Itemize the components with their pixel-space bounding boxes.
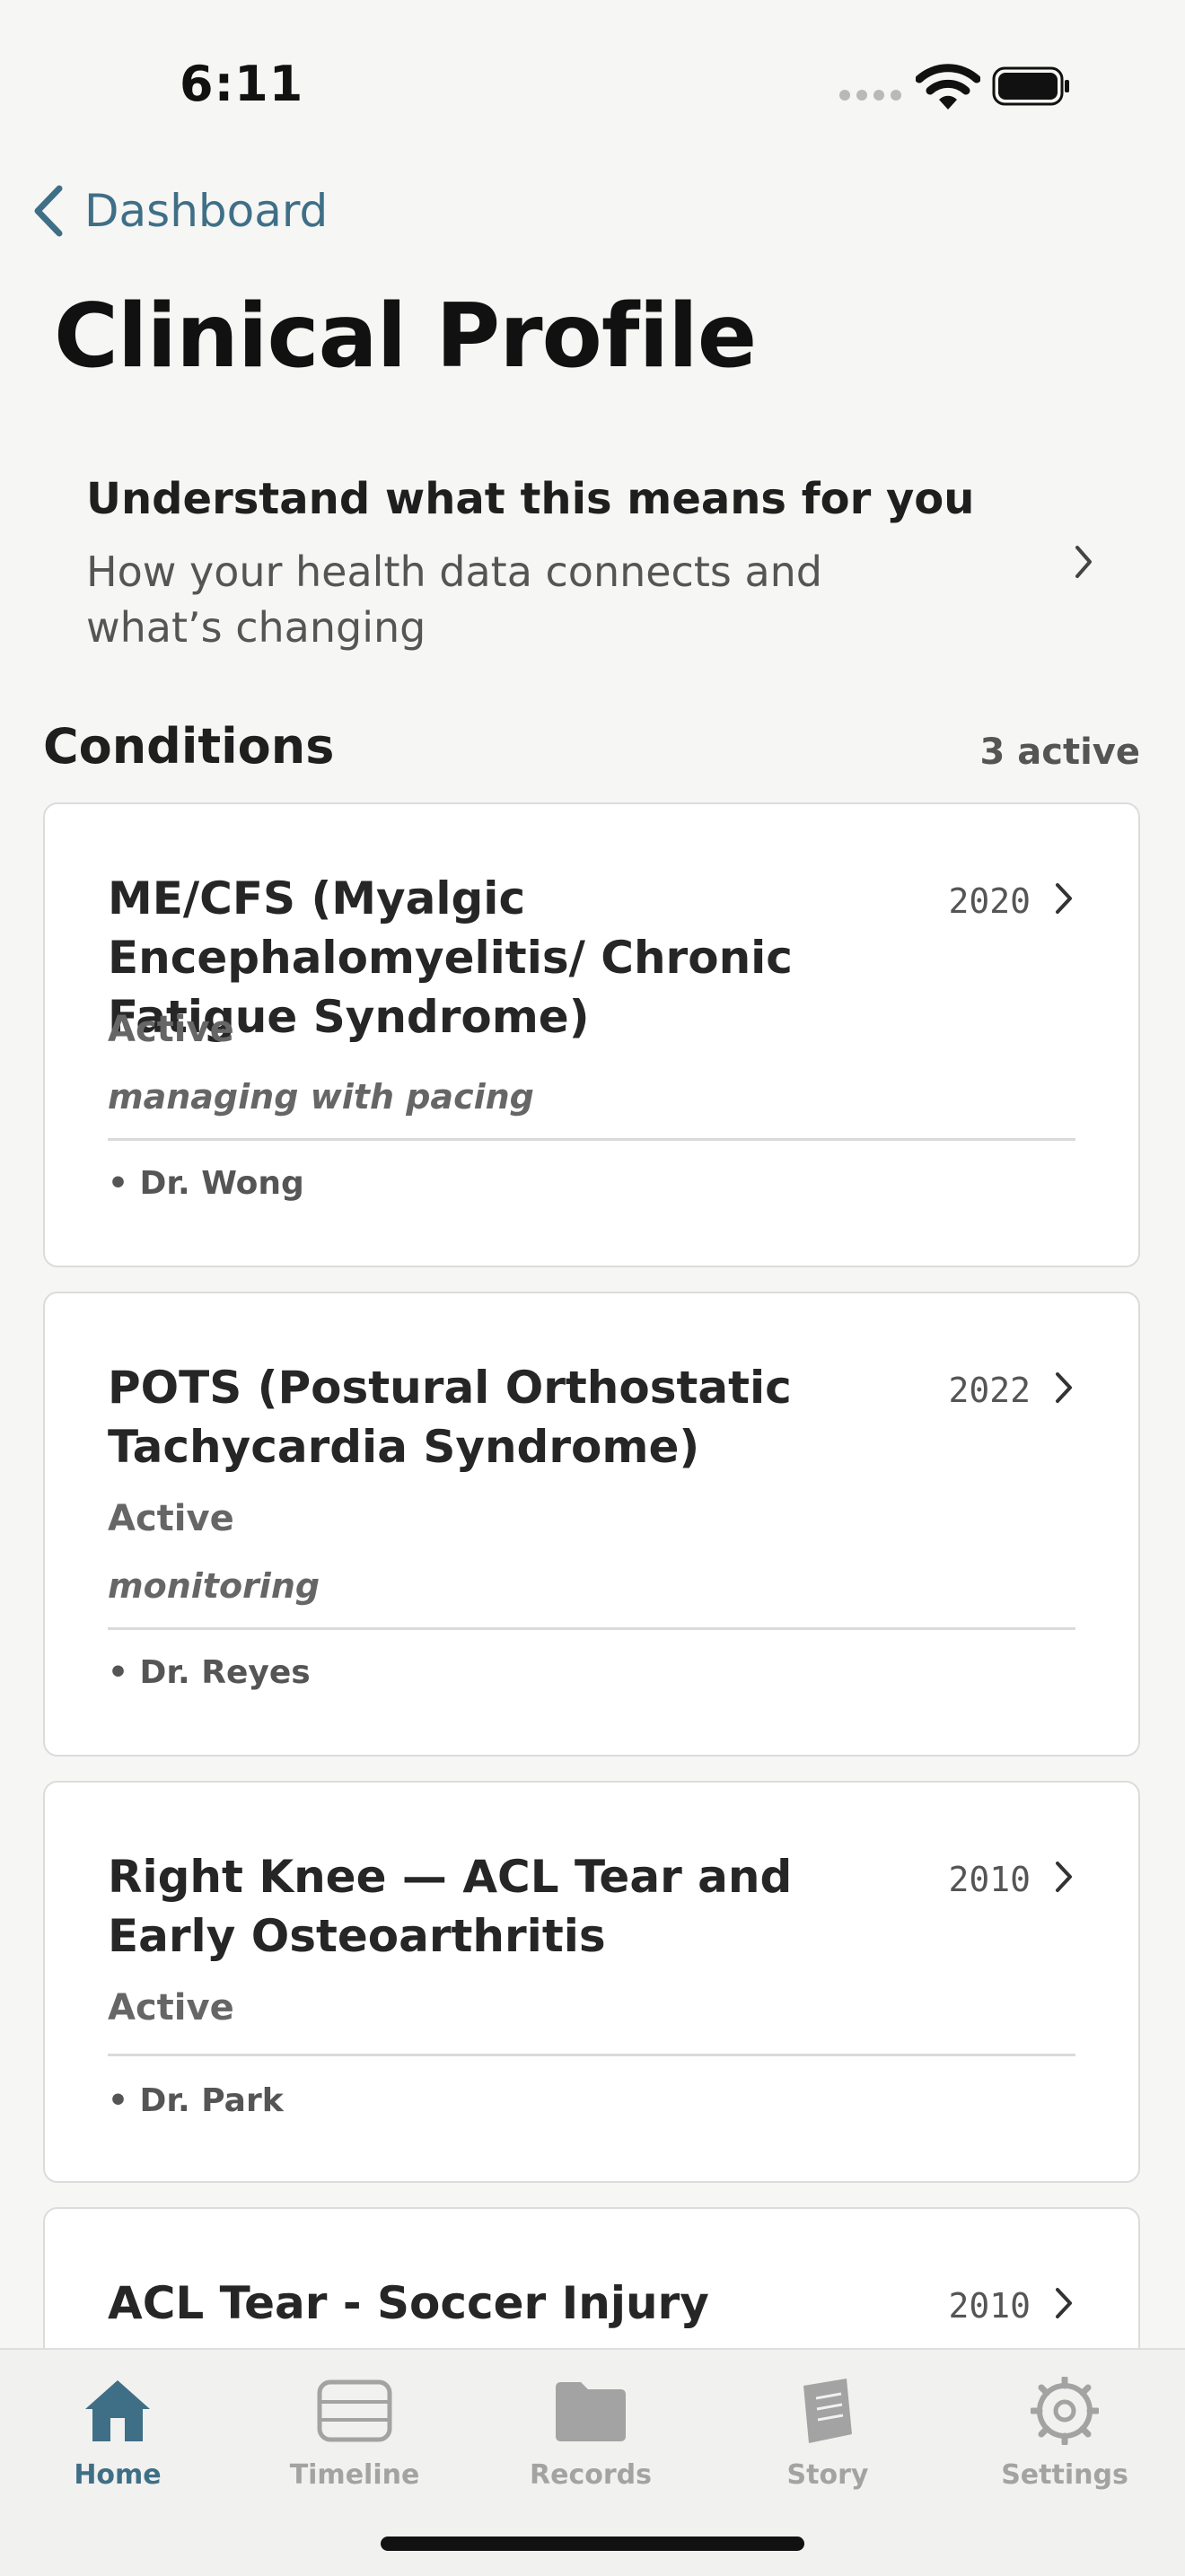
chevron-right-icon: [1056, 2288, 1072, 2318]
cellular-signal-icon: [839, 90, 902, 101]
wifi-icon: [916, 64, 980, 110]
timeline-icon: [317, 2379, 392, 2442]
house-icon: [85, 2380, 150, 2441]
book-icon: [803, 2379, 852, 2443]
condition-doctor: • Dr. Park: [108, 2082, 284, 2119]
home-indicator: [381, 2537, 804, 2551]
insight-link[interactable]: Understand what this means for you How y…: [86, 474, 1101, 653]
tab-label: Settings: [1001, 2459, 1128, 2491]
condition-card[interactable]: POTS (Postural Orthostatic Tachycardia S…: [43, 1292, 1140, 1757]
tab-timeline[interactable]: Timeline: [265, 2377, 444, 2491]
condition-name: POTS (Postural Orthostatic Tachycardia S…: [108, 1362, 792, 1473]
battery-icon: [992, 66, 1069, 106]
condition-card[interactable]: Right Knee — ACL Tear and Early Osteoart…: [43, 1781, 1140, 2183]
card-divider: [108, 2054, 1075, 2056]
tab-records[interactable]: Records: [501, 2377, 680, 2491]
chevron-right-icon: [1056, 883, 1072, 914]
condition-note: managing with pacing: [108, 1077, 534, 1117]
chevron-right-icon: [1075, 546, 1092, 578]
condition-year: 2020: [948, 881, 1031, 921]
chevron-right-icon: [1056, 1862, 1072, 1892]
gear-icon: [1031, 2377, 1099, 2445]
conditions-heading: Conditions: [43, 718, 335, 775]
tab-settings[interactable]: Settings: [975, 2377, 1154, 2491]
condition-name: Right Knee — ACL Tear and Early Osteoart…: [108, 1851, 793, 1962]
condition-name: ACL Tear - Soccer Injury: [108, 2277, 709, 2329]
status-time: 6:11: [180, 56, 304, 112]
condition-year: 2010: [948, 1860, 1031, 1899]
condition-card[interactable]: ME/CFS (Myalgic Encephalomyelitis/ Chron…: [43, 802, 1140, 1267]
condition-note: monitoring: [108, 1566, 320, 1606]
folder-icon: [556, 2382, 626, 2441]
condition-doctor: • Dr. Reyes: [108, 1654, 311, 1691]
condition-year: 2022: [948, 1371, 1031, 1410]
condition-status: Active: [108, 1498, 234, 1539]
card-divider: [108, 1138, 1075, 1141]
condition-year: 2010: [948, 2286, 1031, 2326]
tab-home[interactable]: Home: [28, 2377, 207, 2491]
chevron-right-icon: [1056, 1372, 1072, 1403]
insight-subtitle: How your health data connects and what’s…: [86, 548, 823, 652]
back-button-label: Dashboard: [84, 185, 329, 237]
card-divider: [108, 1627, 1075, 1630]
tab-label: Home: [74, 2459, 162, 2491]
conditions-count: 3 active: [979, 732, 1141, 773]
back-button[interactable]: Dashboard: [32, 180, 328, 242]
page-title: Clinical Profile: [54, 285, 757, 388]
condition-status: Active: [108, 1987, 234, 2028]
tab-label: Timeline: [289, 2459, 420, 2491]
tab-story[interactable]: Story: [738, 2377, 917, 2491]
condition-status: Active: [108, 1009, 234, 1050]
condition-doctor: • Dr. Wong: [108, 1165, 304, 1202]
chevron-left-icon: [34, 185, 63, 237]
insight-title: Understand what this means for you: [86, 474, 975, 524]
tab-label: Records: [530, 2459, 652, 2491]
tab-label: Story: [786, 2459, 869, 2491]
